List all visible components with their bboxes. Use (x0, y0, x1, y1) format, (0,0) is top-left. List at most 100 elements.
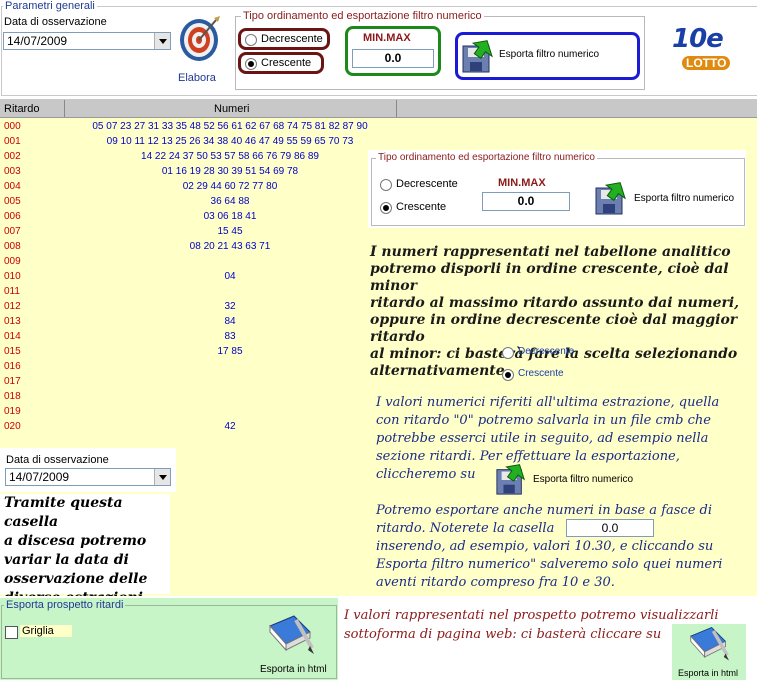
crescente-label[interactable]: Crescente (261, 57, 311, 69)
date-box-combo[interactable]: 14/07/2009 (5, 468, 171, 486)
row-ritardo: 018 (4, 391, 21, 402)
note2-line: potrebbe esserci utile in seguito, ad es… (376, 431, 709, 446)
note3-line: a discesa potremo (4, 533, 147, 549)
chevron-down-icon[interactable] (154, 469, 170, 485)
inner-export-button[interactable]: Esporta filtro numerico (594, 182, 744, 218)
floppy-icon (462, 40, 493, 73)
note-2b: Potremo esportare anche numeri in base a… (376, 502, 722, 592)
note1-line: potremo disporli in ordine crescente, ci… (370, 261, 729, 294)
row-ritardo: 006 (4, 211, 21, 222)
row-numeri: 83 (224, 331, 236, 342)
logo-small: LOTTO (682, 56, 731, 70)
floppy-icon (595, 182, 626, 215)
inner-minmax-label: MIN.MAX (498, 177, 546, 189)
inner-crescente-label[interactable]: Crescente (396, 201, 446, 213)
target-icon (180, 16, 220, 61)
inner-export-label: Esporta filtro numerico (634, 193, 735, 204)
date-label: Data di osservazione (4, 16, 107, 28)
row-ritardo: 002 (4, 151, 21, 162)
row-numeri: 17 85 (217, 346, 243, 357)
export-html-button[interactable]: Esporta in html (252, 612, 334, 678)
sort-inner-legend: Tipo ordinamento ed esportazione filtro … (376, 152, 597, 163)
row-numeri: 15 45 (217, 226, 243, 237)
col-divider-1 (64, 100, 65, 117)
decrescente-label[interactable]: Decrescente (261, 33, 323, 45)
note4-export-html-label: Esporta in html (678, 668, 739, 678)
inner-decrescente-label[interactable]: Decrescente (396, 178, 458, 190)
crescente-radio[interactable] (245, 58, 257, 70)
book-pen-icon (269, 615, 314, 654)
row-ritardo: 003 (4, 166, 21, 177)
sort-top-legend: Tipo ordinamento ed esportazione filtro … (241, 10, 484, 22)
col-numeri[interactable]: Numeri (214, 103, 249, 115)
note2-line: I valori numerici riferiti all'ultima es… (376, 395, 720, 410)
row-ritardo: 012 (4, 301, 21, 312)
row-ritardo: 008 (4, 241, 21, 252)
row-ritardo: 017 (4, 376, 21, 387)
date-combo[interactable]: 14/07/2009 (3, 32, 171, 50)
note2-minmax-input[interactable]: 0.0 (566, 519, 654, 537)
row-ritardo: 020 (4, 421, 21, 432)
row-ritardo: 015 (4, 346, 21, 357)
note2b-line: Esporta filtro numerico" salveremo solo … (376, 557, 723, 572)
export-html-label: Esporta in html (260, 664, 327, 675)
inner-minmax-input[interactable]: 0.0 (482, 192, 570, 211)
row-ritardo: 016 (4, 361, 21, 372)
row-numeri: 05 07 23 27 31 33 35 48 52 56 61 62 67 6… (92, 121, 368, 132)
minmax-label: MIN.MAX (363, 32, 411, 44)
row-ritardo: 000 (4, 121, 21, 132)
elabora-button[interactable]: Elabora (174, 14, 224, 86)
griglia-label[interactable]: Griglia (20, 625, 72, 637)
griglia-checkbox[interactable] (5, 626, 18, 639)
book-pen-icon (690, 626, 729, 661)
params-legend: Parametri generali (3, 0, 97, 12)
note2b-line: ritardo. Noterete la casella (376, 521, 555, 536)
note2-export-label: Esporta filtro numerico (533, 474, 634, 485)
note-4: I valori rappresentati nel prospetto pot… (344, 606, 719, 644)
export-filter-button-top[interactable]: Esporta filtro numerico (459, 38, 637, 76)
note-1: I numeri rappresentati nel tabellone ana… (370, 244, 750, 380)
table-header (0, 99, 757, 118)
decrescente-radio[interactable] (245, 34, 257, 46)
row-ritardo: 011 (4, 286, 20, 297)
row-ritardo: 004 (4, 181, 21, 192)
note1-decrescente-label[interactable]: Decrescente (518, 346, 574, 357)
note2b-line: inserendo, ad esempio, valori 10.30, e c… (376, 539, 714, 554)
note1-crescente-radio[interactable] (502, 369, 514, 381)
row-numeri: 14 22 24 37 50 53 57 58 66 76 79 86 89 (141, 151, 319, 162)
chevron-down-icon[interactable] (154, 33, 170, 49)
row-numeri: 04 (224, 271, 236, 282)
row-ritardo: 007 (4, 226, 21, 237)
row-numeri: 08 20 21 43 63 71 (189, 241, 271, 252)
row-ritardo: 005 (4, 196, 21, 207)
row-numeri: 09 10 11 12 13 25 26 34 38 40 46 47 49 5… (106, 136, 354, 147)
row-numeri: 42 (224, 421, 236, 432)
note3-line: variar la data di (4, 552, 129, 568)
export-legend: Esporta prospetto ritardi (4, 599, 126, 611)
date-value: 14/07/2009 (7, 34, 68, 48)
note3-line: osservazione delle (4, 571, 148, 587)
row-numeri: 32 (224, 301, 236, 312)
note2-export-button[interactable]: Esporta filtro numerico (495, 464, 645, 498)
note2b-line: Potremo esportare anche numeri in base a… (376, 503, 713, 518)
note1-crescente-label[interactable]: Crescente (518, 368, 564, 379)
inner-decrescente-radio[interactable] (380, 179, 392, 191)
col-ritardo[interactable]: Ritardo (4, 103, 39, 115)
row-ritardo: 014 (4, 331, 21, 342)
row-ritardo: 010 (4, 271, 21, 282)
floppy-icon (496, 464, 526, 495)
inner-crescente-radio[interactable] (380, 202, 392, 214)
note4-export-html-button[interactable]: Esporta in html (672, 624, 746, 680)
note1-decrescente-radio[interactable] (502, 347, 514, 359)
note2-line: con ritardo "0" potremo salvarla in un f… (376, 413, 711, 428)
row-numeri: 01 16 19 28 30 39 51 54 69 78 (161, 166, 299, 177)
note1-line: I numeri rappresentati nel tabellone ana… (370, 244, 731, 260)
note2b-line: aventi ritardo compreso fra 10 e 30. (376, 575, 615, 590)
row-numeri: 36 64 88 (210, 196, 250, 207)
note1-line: ritardo al massimo ritardo assunto dai n… (370, 295, 740, 311)
lotto-logo: 10e LOTTO (668, 24, 742, 74)
logo-big: 10e (672, 24, 724, 54)
row-numeri: 02 29 44 60 72 77 80 (182, 181, 278, 192)
row-ritardo: 001 (4, 136, 21, 147)
minmax-input[interactable]: 0.0 (352, 49, 434, 68)
